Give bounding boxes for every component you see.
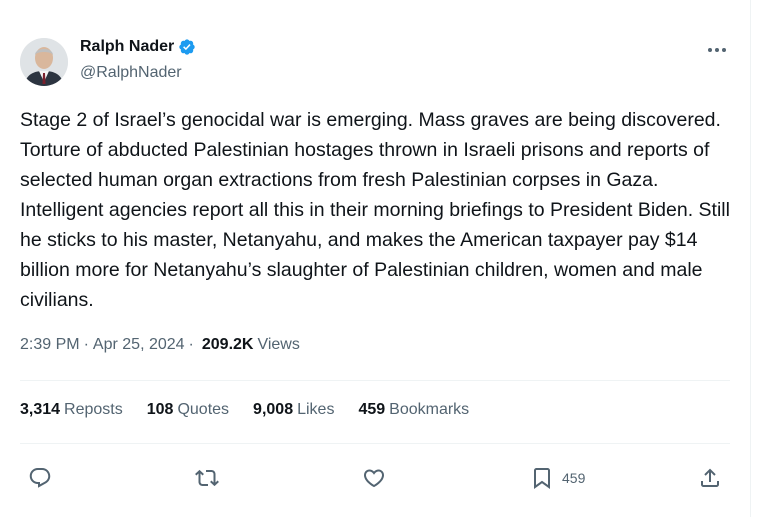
bookmark-icon [534, 468, 550, 489]
tweet-meta: 2:39 PM · Apr 25, 2024 · 209.2K Views [20, 336, 300, 354]
bookmarks-label: Bookmarks [389, 401, 470, 418]
author-name-row: Ralph Nader [80, 38, 196, 56]
divider [20, 380, 730, 381]
share-button[interactable] [698, 464, 722, 492]
tweet-time[interactable]: 2:39 PM [20, 336, 80, 354]
tweet-text: Stage 2 of Israel’s genocidal war is eme… [20, 109, 730, 311]
views-label[interactable]: Views [257, 336, 299, 354]
reposts-count: 3,314 [20, 401, 61, 418]
verified-badge-icon [179, 39, 195, 55]
reply-button[interactable] [28, 464, 52, 492]
repost-icon [195, 469, 219, 487]
likes-stat[interactable]: 9,008 Likes [253, 401, 334, 419]
meta-separator-2: · [188, 336, 194, 353]
tweet-card: Ralph Nader @RalphNader Stage 2 of Israe… [0, 0, 751, 517]
reply-icon [29, 468, 51, 488]
quotes-count: 108 [146, 401, 174, 418]
quotes-label: Quotes [177, 401, 230, 418]
tweet-date[interactable]: Apr 25, 2024 [93, 336, 185, 354]
action-bar: 459 [0, 460, 750, 496]
bookmarks-stat[interactable]: 459 Bookmarks [358, 401, 469, 419]
share-icon [701, 468, 719, 487]
likes-label: Likes [297, 401, 335, 418]
reposts-stat[interactable]: 3,314 Reposts [20, 401, 123, 419]
bookmarks-count: 459 [358, 401, 386, 418]
repost-button[interactable] [195, 464, 219, 492]
author-name[interactable]: Ralph Nader [80, 38, 174, 56]
author-handle[interactable]: @RalphNader [80, 64, 182, 82]
like-icon [363, 469, 385, 488]
bookmark-count: 459 [562, 470, 586, 486]
reposts-label: Reposts [64, 401, 123, 418]
more-options-button[interactable] [704, 40, 730, 60]
bookmark-button[interactable]: 459 [530, 464, 585, 492]
meta-separator: · [83, 336, 89, 353]
views-count[interactable]: 209.2K [202, 336, 254, 354]
divider [20, 443, 730, 444]
likes-count: 9,008 [253, 401, 294, 418]
like-button[interactable] [362, 464, 386, 492]
quotes-stat[interactable]: 108 Quotes [147, 401, 229, 419]
avatar[interactable] [20, 38, 68, 86]
more-icon [708, 48, 726, 52]
engagement-stats: 3,314 Reposts 108 Quotes 9,008 Likes 459 Boo… [20, 401, 493, 419]
